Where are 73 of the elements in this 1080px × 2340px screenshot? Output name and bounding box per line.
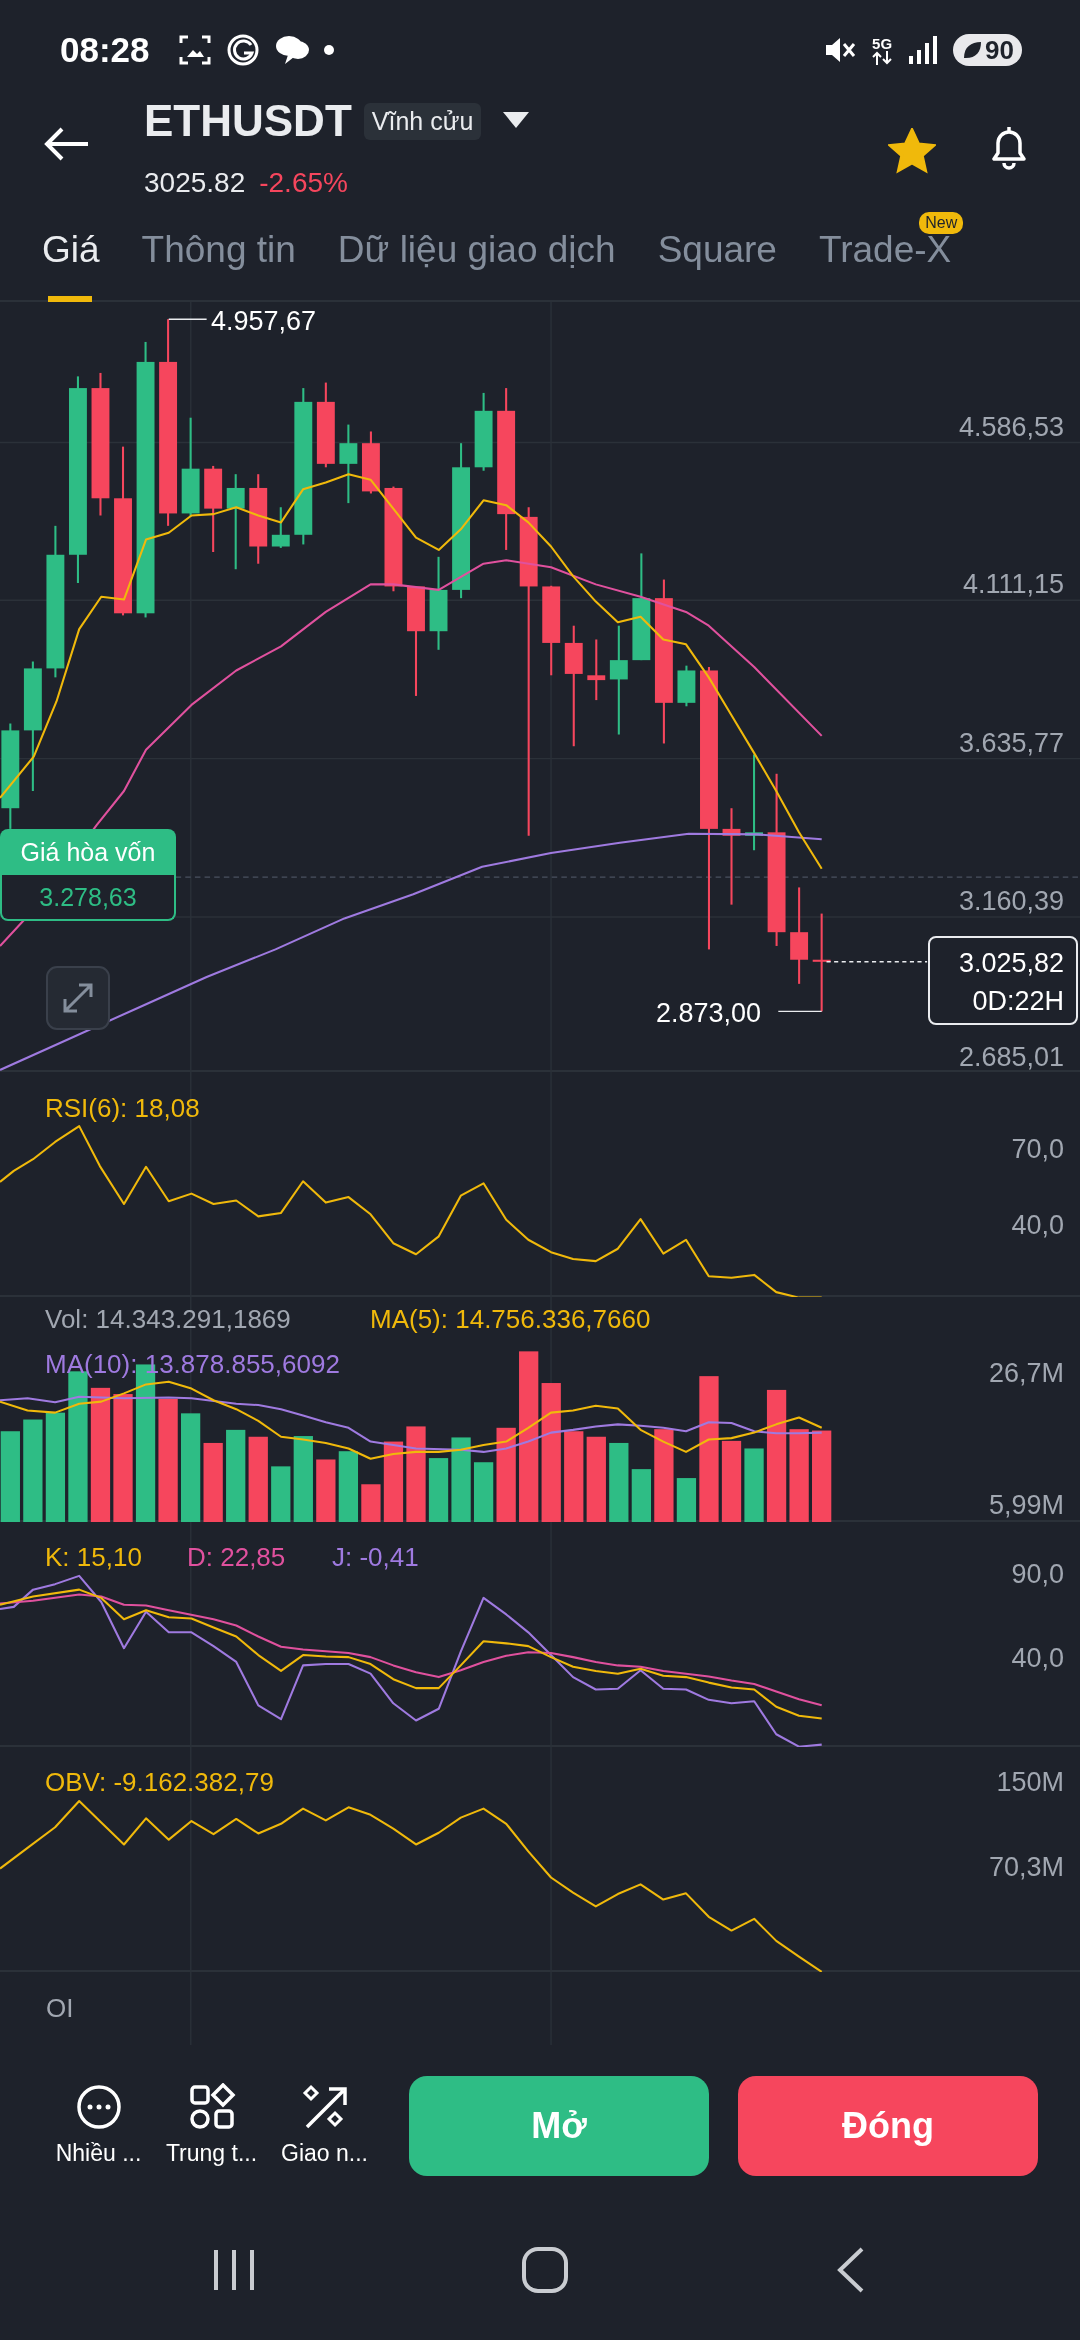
leader-line — [777, 1010, 823, 1013]
axis-label: 5,99M — [988, 1490, 1064, 1520]
symbol-title: ETHUSDT — [144, 96, 352, 146]
network-indicator: 5G — [871, 35, 894, 65]
indicator-legend: RSI(6): 18,08 — [45, 1093, 200, 1123]
candlestick — [587, 639, 606, 701]
breakeven-price: 3.278,63 — [0, 875, 176, 921]
indicator-legend: J: -0,41 — [332, 1542, 419, 1572]
axis-label: 40,0 — [1011, 1210, 1064, 1240]
tab[interactable]: Square — [657, 210, 777, 302]
axis-label: 70,0 — [1011, 1134, 1064, 1164]
low-price-label: 2.873,00 — [656, 998, 762, 1028]
screenshot-icon — [177, 33, 212, 67]
volume-bar — [361, 1484, 381, 1522]
axis-label: 3.160,39 — [958, 886, 1064, 916]
trend-arrow-icon — [300, 2083, 349, 2131]
axis-label: 40,0 — [1011, 1643, 1064, 1673]
candlestick — [271, 507, 290, 548]
candlestick — [677, 665, 696, 707]
last-price-value: 3.025,82 — [958, 947, 1064, 980]
candlestick — [361, 431, 380, 494]
axis-label: 4.111,15 — [962, 569, 1064, 599]
indicator-legend: D: 22,85 — [187, 1542, 286, 1572]
axis-label: 2.685,01 — [958, 1042, 1064, 1072]
app-icon — [225, 33, 260, 67]
toolbar-button[interactable]: Nhiều ... — [42, 2076, 155, 2167]
contract-type-label[interactable]: Vĩnh cửu — [363, 102, 482, 140]
breakeven-label: Giá hòa vốn — [0, 829, 176, 875]
chat-icon — [273, 33, 310, 67]
indicator-legend: MA(10): 13.878.855,6092 — [45, 1349, 340, 1379]
volume-bar — [316, 1459, 336, 1522]
leaf-icon — [961, 39, 984, 61]
back-arrow-icon — [44, 126, 90, 162]
recent-apps-button[interactable] — [212, 2248, 256, 2292]
clock-time: 08:28 — [60, 30, 150, 70]
battery-indicator: 90 — [953, 34, 1022, 66]
home-button[interactable] — [521, 2246, 569, 2294]
indicator-legend: Vol: 14.343.291,1869 — [45, 1304, 291, 1334]
volume-bar — [271, 1466, 291, 1522]
volume-bar — [676, 1478, 697, 1522]
new-badge: New — [919, 212, 964, 234]
axis-label: 4.586,53 — [958, 412, 1064, 442]
price-change: -2.65% — [259, 166, 348, 200]
leader-line — [168, 318, 208, 320]
favorite-star-icon[interactable] — [888, 128, 936, 174]
volume-bar — [338, 1451, 359, 1522]
volume-bar — [473, 1462, 494, 1522]
axis-label: 3.635,77 — [958, 728, 1064, 758]
signal-icon — [907, 34, 940, 66]
data-arrows-icon — [871, 50, 894, 65]
apps-grid-icon — [187, 2083, 236, 2131]
more-icon — [74, 2083, 123, 2131]
high-price-label: 4.957,67 — [211, 306, 317, 336]
tab[interactable]: Dữ liệu giao dịch — [337, 210, 616, 302]
axis-label: 26,7M — [988, 1358, 1064, 1388]
volume-bar — [428, 1458, 449, 1522]
volume-bar — [631, 1469, 651, 1522]
indicator-legend: MA(5): 14.756.336,7660 — [370, 1304, 651, 1334]
notification-dot — [323, 45, 334, 55]
toolbar-button[interactable]: Giao n... — [268, 2076, 381, 2167]
axis-label: 90,0 — [1011, 1559, 1064, 1589]
last-price: 3025.82 — [144, 166, 246, 200]
axis-label: 150M — [996, 1767, 1064, 1797]
countdown-timer: 0D:22H — [972, 985, 1064, 1018]
indicator-legend: OI — [46, 1993, 74, 2023]
indicator-legend: K: 15,10 — [45, 1542, 142, 1572]
toolbar-button[interactable]: Trung t... — [155, 2076, 268, 2167]
tab[interactable]: Thông tin — [141, 210, 296, 302]
tab[interactable]: Giá — [42, 210, 100, 302]
caret-down-icon — [503, 111, 530, 128]
axis-label: 70,3M — [988, 1852, 1064, 1882]
indicator-legend: OBV: -9.162.382,79 — [45, 1767, 274, 1797]
close-position-button[interactable]: Đóng — [738, 2076, 1038, 2176]
